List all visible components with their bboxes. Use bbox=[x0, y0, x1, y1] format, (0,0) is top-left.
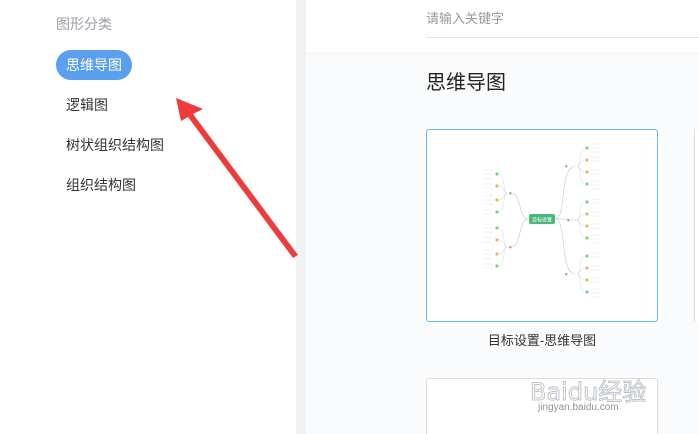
template-card-partial[interactable] bbox=[694, 129, 699, 322]
svg-text:●: ● bbox=[567, 218, 570, 222]
mindmap-thumbnail: 目标设置 ● ● ● ● ● bbox=[483, 143, 600, 298]
template-card-goal-setting[interactable]: 目标设置 ● ● ● ● ● bbox=[426, 129, 658, 322]
search-input[interactable] bbox=[426, 0, 699, 38]
template-panel: 思维导图 目标设置 ● ● ● ● ● bbox=[306, 0, 699, 434]
search-header bbox=[306, 0, 699, 52]
category-item-org-chart[interactable]: 组织结构图 bbox=[56, 170, 146, 200]
category-item-logic-chart[interactable]: 逻辑图 bbox=[56, 90, 118, 120]
category-title: 图形分类 bbox=[56, 16, 112, 32]
svg-text:●: ● bbox=[565, 272, 568, 276]
watermark-url: jingyan.baidu.com bbox=[538, 402, 619, 413]
section-title: 思维导图 bbox=[426, 72, 506, 94]
svg-text:●: ● bbox=[509, 245, 512, 249]
template-card-label[interactable]: 目标设置-思维导图 bbox=[426, 330, 658, 349]
mindmap-center-text: 目标设置 bbox=[532, 217, 552, 224]
category-item-tree-org-chart[interactable]: 树状组织结构图 bbox=[56, 130, 174, 160]
svg-text:●: ● bbox=[565, 164, 568, 168]
svg-text:●: ● bbox=[509, 191, 512, 195]
mindmap-center-node: 目标设置 bbox=[529, 214, 555, 224]
category-item-mindmap[interactable]: 思维导图 bbox=[56, 50, 132, 80]
panel-divider bbox=[296, 0, 306, 434]
category-sidebar: 图形分类 思维导图 逻辑图 树状组织结构图 组织结构图 bbox=[0, 0, 296, 434]
